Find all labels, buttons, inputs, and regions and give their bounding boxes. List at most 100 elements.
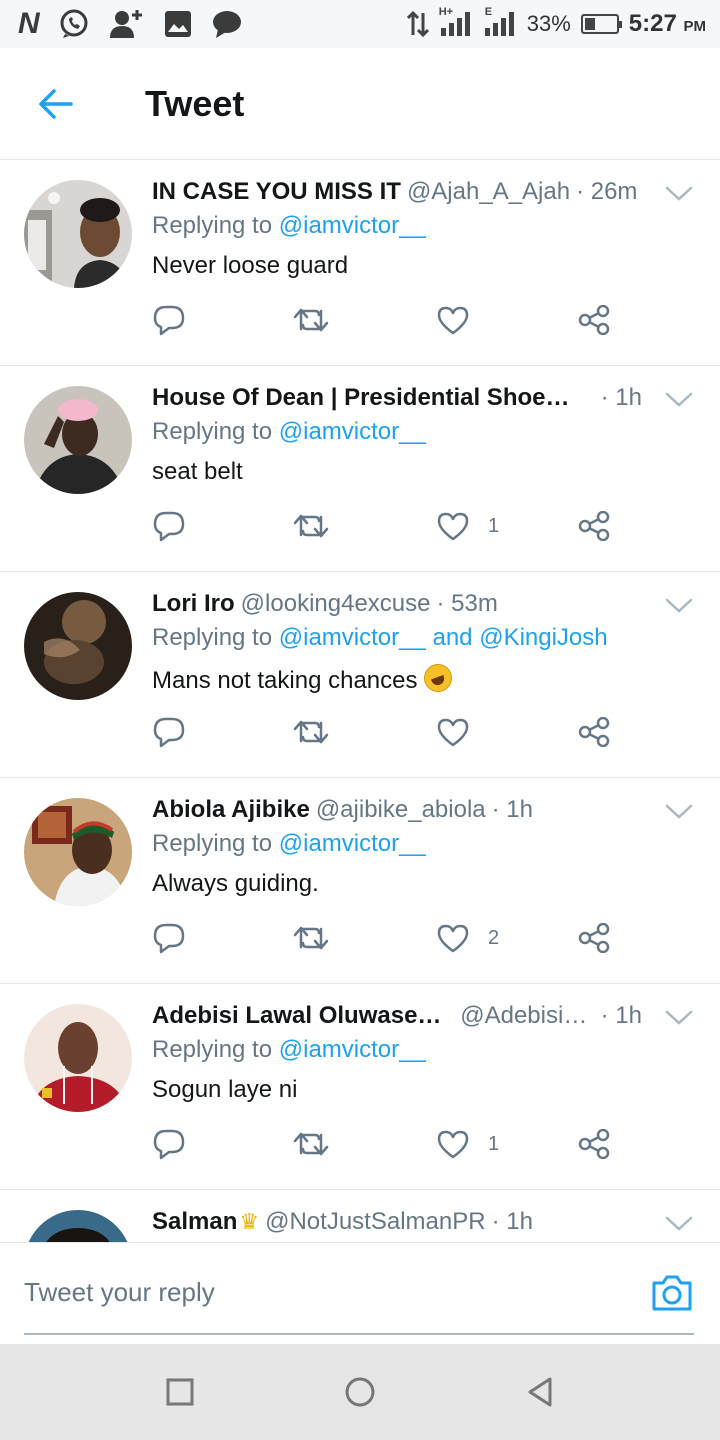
tweet-text: seat belt — [152, 458, 243, 485]
avatar[interactable] — [24, 592, 132, 700]
avatar[interactable] — [24, 1004, 132, 1112]
chevron-down-icon[interactable] — [664, 590, 694, 620]
reply-tweet[interactable]: Abiola Ajibike @ajibike_abiola · 1h Repl… — [0, 778, 720, 984]
retweet-button[interactable] — [293, 1124, 329, 1164]
reply-button[interactable] — [152, 918, 186, 958]
share-button[interactable] — [577, 506, 611, 546]
mention-link[interactable]: @iamvictor__ — [279, 418, 426, 445]
tweet-time: · 1h — [600, 384, 642, 411]
tweet-text: Never loose guard — [152, 252, 349, 279]
replying-prefix: Replying to — [152, 830, 273, 857]
author-handle[interactable]: @AdebisiL... — [460, 1002, 594, 1030]
tweet-header: Lori Iro @looking4excuse · 53m — [152, 590, 642, 620]
tweet-text: Always guiding. — [152, 870, 319, 897]
author-handle[interactable]: @Ajah_A_Ajah — [407, 178, 570, 206]
reply-button[interactable] — [152, 1124, 186, 1164]
reply-input[interactable]: Tweet your reply — [24, 1277, 215, 1308]
mention-link[interactable]: @iamvictor__ — [279, 830, 426, 857]
avatar[interactable] — [24, 386, 132, 494]
reply-button[interactable] — [152, 300, 186, 340]
like-button[interactable]: 2 — [436, 918, 499, 958]
like-count: 1 — [488, 514, 500, 537]
mention-link[interactable]: @iamvictor__ and @KingiJosh — [279, 624, 608, 651]
mention-link[interactable]: @iamvictor__ — [279, 212, 426, 239]
like-button[interactable]: 1 — [436, 506, 499, 546]
tweet-header: Salman ♛ @NotJustSalmanPR · 1h — [152, 1208, 642, 1238]
reply-tweet[interactable]: House Of Dean | Presidential Shoema... ·… — [0, 366, 720, 572]
avatar[interactable] — [24, 180, 132, 288]
replying-to: Replying to @iamvictor__ — [152, 830, 426, 858]
reply-icon — [153, 511, 185, 542]
reply-tweet[interactable]: IN CASE YOU MISS IT @Ajah_A_Ajah · 26m R… — [0, 160, 720, 366]
gallery-icon — [164, 11, 191, 37]
retweet-button[interactable] — [293, 300, 329, 340]
battery-icon — [580, 14, 622, 34]
heart-icon — [437, 718, 469, 747]
retweet-button[interactable] — [293, 506, 329, 546]
crown-emoji-icon: ♛ — [239, 1209, 260, 1234]
avatar[interactable] — [24, 1210, 132, 1242]
back-arrow-icon — [39, 88, 73, 119]
chevron-down-icon[interactable] — [664, 1002, 694, 1032]
author-name[interactable]: Adebisi Lawal Oluwasesan — [152, 1002, 454, 1030]
author-handle[interactable]: @looking4excuse — [241, 590, 431, 618]
share-icon — [578, 923, 610, 953]
like-button[interactable] — [436, 712, 488, 752]
author-name[interactable]: Lori Iro — [152, 590, 235, 618]
like-button[interactable]: 1 — [436, 1124, 499, 1164]
like-count: 2 — [488, 926, 500, 949]
chevron-down-icon[interactable] — [664, 384, 694, 414]
retweet-button[interactable] — [293, 712, 329, 752]
reply-button[interactable] — [152, 506, 186, 546]
reply-icon — [153, 923, 185, 954]
chevron-down-icon[interactable] — [664, 1208, 694, 1238]
chevron-down-icon[interactable] — [664, 796, 694, 826]
avatar[interactable] — [24, 798, 132, 906]
replies-feed[interactable]: IN CASE YOU MISS IT @Ajah_A_Ajah · 26m R… — [0, 160, 720, 1242]
author-handle[interactable]: @NotJustSalmanPR — [265, 1208, 485, 1236]
reply-tweet[interactable]: Salman ♛ @NotJustSalmanPR · 1h — [0, 1190, 720, 1242]
author-name[interactable]: Abiola Ajibike — [152, 796, 310, 824]
home-circle-icon[interactable] — [342, 1374, 378, 1410]
heart-icon — [437, 512, 469, 541]
retweet-icon — [293, 514, 329, 538]
signal-h-plus-icon: H+ — [439, 6, 473, 38]
back-button[interactable] — [0, 48, 110, 160]
share-button[interactable] — [577, 712, 611, 752]
recents-square-icon[interactable] — [162, 1374, 198, 1410]
reply-button[interactable] — [152, 712, 186, 752]
reply-tweet[interactable]: Adebisi Lawal Oluwasesan @AdebisiL... · … — [0, 984, 720, 1190]
camera-icon[interactable] — [650, 1273, 694, 1313]
tweet-header: Abiola Ajibike @ajibike_abiola · 1h — [152, 796, 642, 826]
author-name[interactable]: House Of Dean | Presidential Shoema... — [152, 384, 589, 412]
status-bar: N H+ E 33% 5:27 PM — [0, 0, 720, 48]
share-button[interactable] — [577, 1124, 611, 1164]
retweet-icon — [293, 308, 329, 332]
mention-link[interactable]: @iamvictor__ — [279, 1036, 426, 1063]
reply-composer: Tweet your reply — [0, 1242, 720, 1344]
tweet-text: Mans not taking chances — [152, 667, 418, 694]
reply-input-underline — [24, 1333, 694, 1335]
tweet-header: IN CASE YOU MISS IT @Ajah_A_Ajah · 26m — [152, 178, 642, 208]
share-button[interactable] — [577, 918, 611, 958]
author-name[interactable]: IN CASE YOU MISS IT — [152, 178, 401, 206]
back-triangle-icon[interactable] — [522, 1374, 558, 1410]
add-user-icon — [109, 10, 142, 38]
tweet-actions: 1 — [152, 506, 632, 546]
reply-tweet[interactable]: Lori Iro @looking4excuse · 53m Replying … — [0, 572, 720, 778]
reply-icon — [153, 305, 185, 336]
heart-icon — [437, 1130, 469, 1159]
tweet-time: · 1h — [491, 1208, 533, 1235]
retweet-icon — [293, 720, 329, 744]
data-transfer-icon — [406, 11, 429, 37]
author-name[interactable]: Salman — [152, 1208, 237, 1236]
reply-icon — [153, 717, 185, 748]
retweet-button[interactable] — [293, 918, 329, 958]
share-button[interactable] — [577, 300, 611, 340]
message-icon — [212, 11, 241, 38]
author-handle[interactable]: @ajibike_abiola — [316, 796, 486, 824]
chevron-down-icon[interactable] — [664, 178, 694, 208]
like-button[interactable] — [436, 300, 488, 340]
share-icon — [578, 1129, 610, 1159]
page-title: Tweet — [145, 82, 245, 124]
